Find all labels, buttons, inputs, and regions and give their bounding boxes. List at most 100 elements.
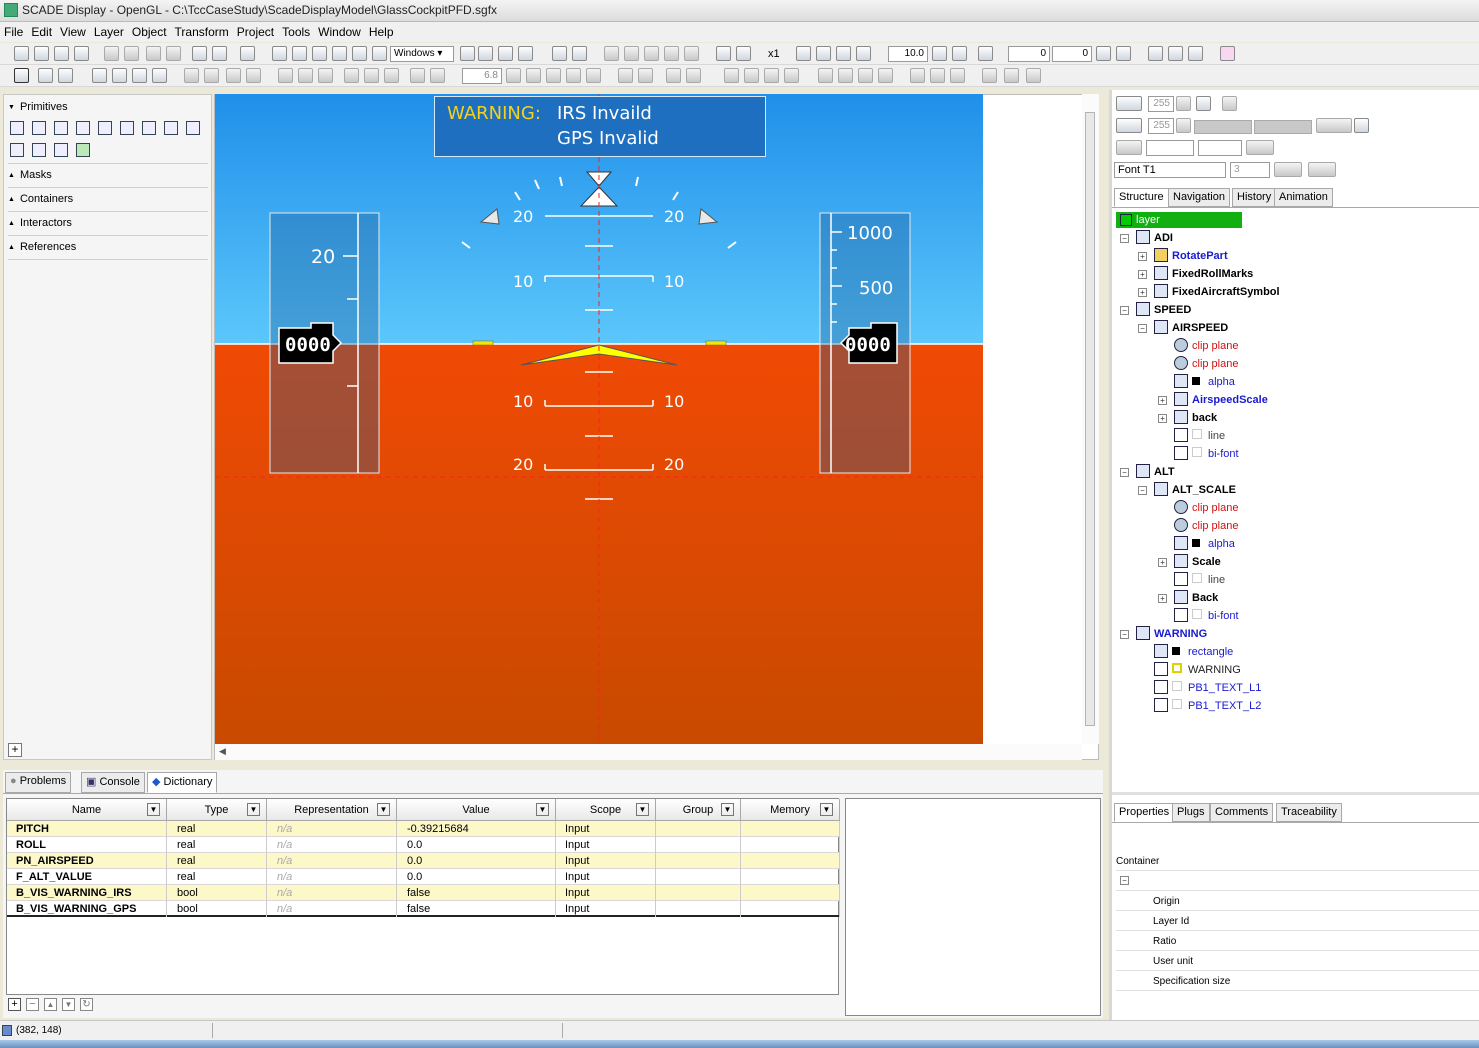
line-style-icon[interactable] — [1176, 96, 1191, 111]
line-cap-selector[interactable] — [1316, 118, 1352, 133]
section-containers[interactable]: Containers — [8, 193, 73, 205]
y-position-field[interactable]: 0 — [1052, 46, 1092, 62]
zoom-fit-icon[interactable] — [796, 46, 811, 61]
text-align-icon[interactable] — [1274, 162, 1302, 177]
collapse-icon[interactable]: − — [1138, 486, 1147, 495]
codegen-icon[interactable] — [498, 46, 513, 61]
new-file-icon[interactable] — [14, 46, 29, 61]
grid-pattern-icon[interactable] — [1246, 140, 1274, 155]
font-size-combo[interactable]: 3 — [1230, 162, 1270, 178]
order-icon-2[interactable] — [204, 68, 219, 83]
tab-problems[interactable]: ● Problems — [5, 772, 72, 793]
tab-dictionary[interactable]: ◆ Dictionary — [147, 772, 218, 793]
menu-transform[interactable]: Transform — [171, 22, 233, 39]
transform-icon[interactable] — [58, 68, 73, 83]
order-icon-1[interactable] — [184, 68, 199, 83]
ungroup-icon[interactable] — [112, 68, 127, 83]
tab-navigation[interactable]: Navigation — [1168, 188, 1230, 207]
menu-help[interactable]: Help — [365, 22, 398, 39]
cell-value[interactable]: 0.0 — [397, 853, 556, 869]
order-icon-4[interactable] — [246, 68, 261, 83]
line-join-icon[interactable] — [1354, 118, 1369, 133]
align-bottom-icon[interactable] — [384, 68, 399, 83]
panel-icon-2[interactable] — [1168, 46, 1183, 61]
flip-v-icon[interactable] — [638, 68, 653, 83]
zoom-select-icon[interactable] — [836, 46, 851, 61]
group-icon-2[interactable] — [132, 68, 147, 83]
collapse-icon[interactable]: − — [1120, 234, 1129, 243]
ellipse-tool-icon[interactable] — [98, 121, 112, 135]
x-position-field[interactable]: 0 — [1008, 46, 1050, 62]
hatch-combo[interactable] — [1198, 140, 1242, 156]
table-row[interactable]: B_VIS_WARNING_IRS bool n/a false Input — [7, 885, 840, 901]
cut-icon[interactable] — [104, 46, 119, 61]
right-panel-splitter[interactable] — [1109, 90, 1112, 1020]
filter-icon[interactable]: ▼ — [721, 803, 734, 816]
size-icon-4[interactable] — [982, 68, 997, 83]
tab-properties[interactable]: Properties — [1114, 803, 1175, 822]
reload-icon[interactable] — [664, 46, 679, 61]
find-icon[interactable] — [240, 46, 255, 61]
gradient-icon[interactable] — [1196, 96, 1211, 111]
filter-icon-2[interactable] — [292, 46, 307, 61]
tab-animation[interactable]: Animation — [1274, 188, 1333, 207]
menu-object[interactable]: Object — [128, 22, 171, 39]
tree-node-clip-plane[interactable]: clip plane — [1174, 500, 1238, 516]
tree-node-clip-plane[interactable]: clip plane — [1174, 338, 1238, 354]
open-folder-icon[interactable] — [34, 46, 49, 61]
column-header-value[interactable]: Value ▼ — [397, 799, 556, 821]
tree-node-pb1-text-l1[interactable]: PB1_TEXT_L1 — [1154, 680, 1261, 696]
column-header-scope[interactable]: Scope ▼ — [556, 799, 656, 821]
stop-icon[interactable] — [684, 46, 699, 61]
cell-value[interactable]: false — [397, 885, 556, 901]
redo-icon[interactable] — [212, 46, 227, 61]
expand-icon[interactable]: + — [1158, 396, 1167, 405]
text-tool-icon[interactable] — [186, 121, 200, 135]
column-header-representation[interactable]: Representation ▼ — [267, 799, 397, 821]
property-layer-id[interactable]: Layer Id — [1153, 916, 1189, 927]
cell-value[interactable]: 0.0 — [397, 837, 556, 853]
save-all-icon[interactable] — [74, 46, 89, 61]
group-icon-3[interactable] — [152, 68, 167, 83]
zoom-out-icon[interactable] — [736, 46, 751, 61]
help-cursor-icon[interactable] — [572, 46, 587, 61]
rotate-icon-8[interactable] — [878, 68, 893, 83]
rotate-icon-2[interactable] — [744, 68, 759, 83]
tree-node-warning-text[interactable]: WARNING — [1154, 662, 1241, 678]
move-all-icon[interactable] — [586, 68, 601, 83]
eye-icon[interactable] — [1222, 96, 1237, 111]
tab-traceability[interactable]: Traceability — [1276, 803, 1342, 822]
cross-grid-icon[interactable] — [1116, 46, 1131, 61]
refresh-icon[interactable]: ↻ — [80, 998, 93, 1011]
expand-icon[interactable]: + — [1158, 558, 1167, 567]
check-icon[interactable] — [518, 46, 533, 61]
back-icon[interactable] — [624, 46, 639, 61]
canvas-horizontal-scrollbar[interactable]: ◀ — [215, 744, 1082, 760]
align-middle-icon[interactable] — [364, 68, 379, 83]
expand-icon[interactable]: + — [1158, 594, 1167, 603]
filter-icon[interactable]: ▼ — [377, 803, 390, 816]
simulate-icon[interactable] — [478, 46, 493, 61]
property-origin[interactable]: Origin — [1153, 896, 1180, 907]
tree-node-scale[interactable]: Scale — [1174, 554, 1221, 570]
tab-comments[interactable]: Comments — [1210, 803, 1274, 822]
section-masks[interactable]: Masks — [8, 169, 52, 181]
tree-node-adi[interactable]: ADI — [1136, 230, 1173, 246]
expand-icon[interactable]: + — [1138, 288, 1147, 297]
tree-node-alt[interactable]: ALT — [1136, 464, 1175, 480]
rectangle-tool-icon[interactable] — [142, 121, 156, 135]
scrollbar-thumb[interactable] — [1085, 112, 1095, 726]
tree-node-clip-plane[interactable]: clip plane — [1174, 518, 1238, 534]
rotate-left-icon[interactable] — [666, 68, 681, 83]
menu-window[interactable]: Window — [314, 22, 365, 39]
tree-node-alt-scale[interactable]: ALT_SCALE — [1154, 482, 1236, 498]
section-interactors[interactable]: Interactors — [8, 217, 72, 229]
tree-node-line[interactable]: line — [1174, 572, 1225, 588]
tab-history[interactable]: History — [1232, 188, 1277, 207]
rotate-icon-5[interactable] — [818, 68, 833, 83]
flip-h-icon[interactable] — [618, 68, 633, 83]
fill-alpha-field[interactable]: 255 — [1148, 118, 1174, 134]
property-ratio[interactable]: Ratio — [1153, 936, 1176, 947]
table-row[interactable]: PN_AIRSPEED real n/a 0.0 Input — [7, 853, 840, 869]
canvas-vertical-scrollbar[interactable] — [1082, 94, 1099, 744]
